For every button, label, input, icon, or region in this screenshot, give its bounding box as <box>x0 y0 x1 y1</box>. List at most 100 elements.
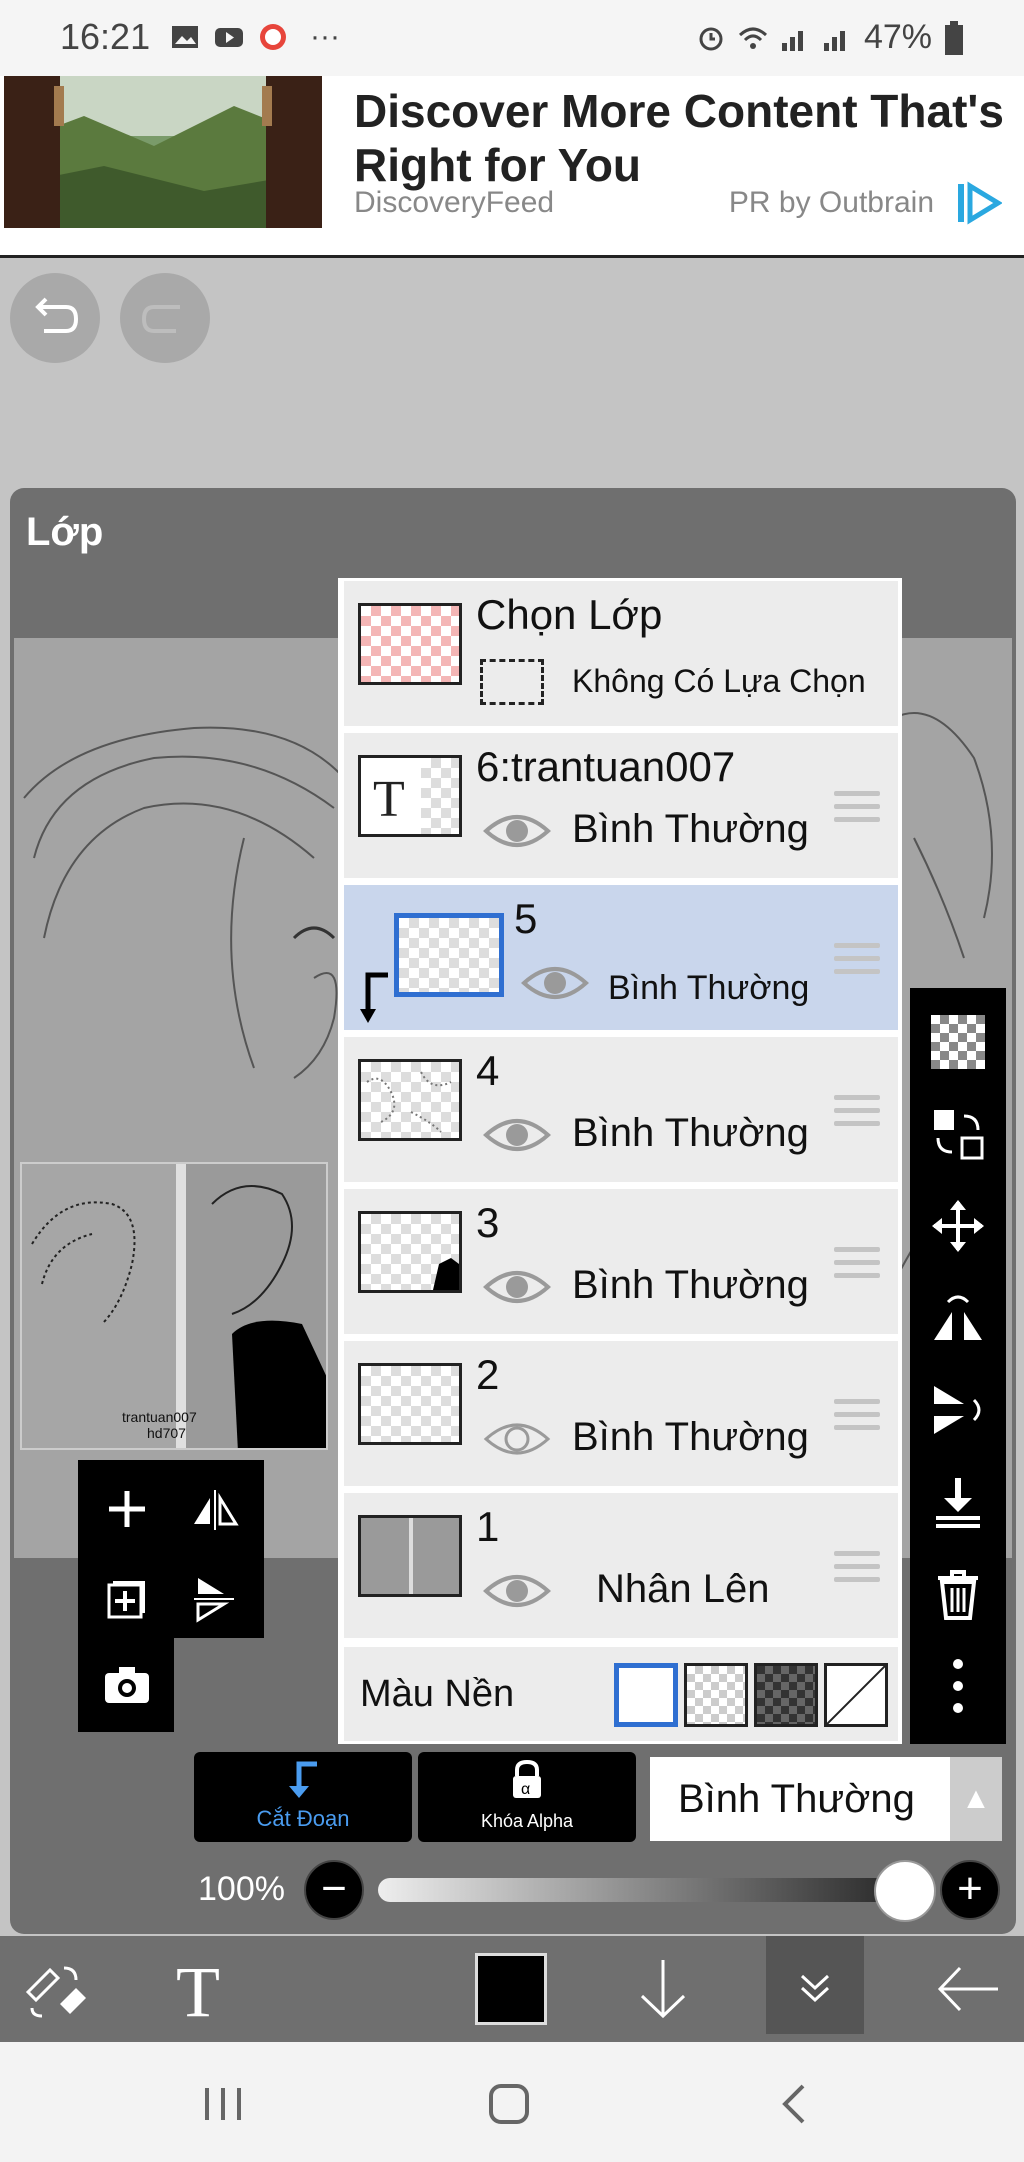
drag-handle-icon[interactable] <box>834 1095 880 1129</box>
layer-row[interactable]: 4 Bình Thường <box>344 1037 898 1185</box>
alpha-lock-button[interactable]: α Khóa Alpha <box>418 1752 636 1842</box>
ad-source: DiscoveryFeed <box>354 186 555 219</box>
add-copy-layer-button[interactable] <box>82 1554 172 1644</box>
layer-row-selected[interactable]: 5 Bình Thường <box>344 885 898 1033</box>
outbrain-logo-icon[interactable] <box>956 180 1002 226</box>
layer-row[interactable]: 3 Bình Thường <box>344 1189 898 1337</box>
more-vertical-icon <box>953 1659 963 1713</box>
flip-vertical-icon <box>194 1578 234 1623</box>
blend-mode-dropdown-icon[interactable]: ▲ <box>950 1757 1002 1841</box>
opacity-slider[interactable] <box>378 1878 916 1902</box>
flip-vertical-layer-button[interactable] <box>926 1378 990 1442</box>
flip-vertical-icon <box>934 1386 981 1434</box>
svg-text:T: T <box>176 1954 220 2024</box>
bg-none-swatch[interactable] <box>824 1663 888 1727</box>
hidden-eye-icon[interactable] <box>482 1417 552 1461</box>
more-notifications-icon: ··· <box>310 20 340 53</box>
layer-name: 2 <box>476 1351 500 1398</box>
visibility-eye-icon[interactable] <box>520 961 590 1005</box>
app-toolbar: T <box>0 1936 1024 2042</box>
redo-button[interactable] <box>120 273 210 363</box>
ad-image[interactable] <box>4 76 322 228</box>
opacity-slider-handle[interactable] <box>874 1860 936 1922</box>
drag-handle-icon[interactable] <box>834 791 880 825</box>
eraser-tool-button[interactable] <box>0 1936 110 2042</box>
flip-horizontal-button[interactable] <box>170 1464 260 1554</box>
clipping-button[interactable]: Cắt Đoạn <box>194 1752 412 1842</box>
canvas-thumbnail[interactable]: trantuan007 hd707 <box>20 1162 328 1450</box>
scroll-down-button[interactable] <box>608 1936 718 2042</box>
thumbnail-image: trantuan007 hd707 <box>22 1164 326 1448</box>
redo-icon <box>141 305 180 333</box>
bg-white-swatch[interactable] <box>614 1663 678 1727</box>
plus-icon <box>109 1491 145 1527</box>
recent-apps-button[interactable] <box>188 2076 258 2132</box>
move-button[interactable] <box>926 1194 990 1258</box>
layer-thumbnail <box>358 1515 462 1597</box>
layer-name: 4 <box>476 1047 500 1094</box>
bg-dark-checker-swatch[interactable] <box>754 1663 818 1727</box>
visibility-eye-icon[interactable] <box>482 809 552 853</box>
collapse-panel-button[interactable] <box>766 1936 864 2034</box>
opacity-value: 100% <box>198 1870 285 1908</box>
text-tool-button[interactable]: T <box>150 1936 260 2042</box>
ad-provider[interactable]: PR by Outbrain <box>729 186 934 220</box>
system-back-button[interactable] <box>760 2076 830 2132</box>
battery-icon <box>945 20 963 55</box>
flip-horizontal-layer-button[interactable] <box>926 1286 990 1350</box>
camera-button[interactable] <box>82 1640 172 1730</box>
brush-eraser-swap-icon <box>25 1966 86 2018</box>
ad-title[interactable]: Discover More Content That's Right for Y… <box>354 84 1014 192</box>
layer-row[interactable]: 2 Bình Thường <box>344 1341 898 1489</box>
merge-down-icon <box>936 1478 980 1528</box>
selection-layer-row[interactable]: Chọn Lớp Không Có Lựa Chọn <box>344 581 898 729</box>
alpha-lock-label: Khóa Alpha <box>480 1811 574 1831</box>
color-picker-button[interactable] <box>456 1936 566 2042</box>
home-button[interactable] <box>474 2076 544 2132</box>
opacity-decrease-button[interactable]: − <box>304 1860 364 1920</box>
add-layer-button[interactable] <box>82 1464 172 1554</box>
layer-blend-mode: Nhân Lên <box>596 1567 770 1611</box>
panel-title: Lớp <box>26 510 104 554</box>
visibility-eye-icon[interactable] <box>482 1569 552 1613</box>
back-arrow-button[interactable] <box>914 1936 1024 2042</box>
layer-blend-mode: Bình Thường <box>572 1111 809 1155</box>
delete-layer-button[interactable] <box>926 1562 990 1626</box>
undo-button[interactable] <box>10 273 100 363</box>
gallery-icon <box>172 26 198 48</box>
signal-icon <box>781 30 803 51</box>
layer-name: 3 <box>476 1199 500 1246</box>
blend-mode-value: Bình Thường <box>678 1777 915 1821</box>
layers-list: Chọn Lớp Không Có Lựa Chọn T 6:trantuan0… <box>338 578 902 1744</box>
app-notification-icon <box>260 24 286 50</box>
blend-mode-select[interactable]: Bình Thường <box>650 1757 950 1841</box>
layer-thumbnail <box>358 1363 462 1445</box>
ad-banner[interactable]: Discover More Content That's Right for Y… <box>0 76 1024 258</box>
double-chevron-down-icon <box>800 1974 830 2003</box>
bg-transparent-swatch[interactable] <box>684 1663 748 1727</box>
drag-handle-icon[interactable] <box>834 943 880 977</box>
layer-blend-mode: Bình Thường <box>572 1263 809 1307</box>
layer-bottom-controls: Cắt Đoạn α Khóa Alpha Bình Thường ▲ <box>0 1752 1024 1852</box>
flip-vertical-button[interactable] <box>170 1554 260 1644</box>
clipping-icon <box>289 1761 317 1798</box>
youtube-icon <box>215 28 243 47</box>
merge-down-button[interactable] <box>926 1470 990 1534</box>
drag-handle-icon[interactable] <box>834 1247 880 1281</box>
drag-handle-icon[interactable] <box>834 1551 880 1585</box>
layer-thumbnail <box>358 1211 462 1293</box>
layer-row[interactable]: 1 Nhân Lên <box>344 1493 898 1641</box>
layer-row[interactable]: T 6:trantuan007 Bình Thường <box>344 733 898 881</box>
home-icon <box>489 2084 529 2124</box>
swap-icon <box>934 1110 984 1160</box>
more-options-button[interactable] <box>926 1654 990 1718</box>
visibility-eye-icon[interactable] <box>482 1265 552 1309</box>
drag-handle-icon[interactable] <box>834 1399 880 1433</box>
layer-thumbnail: T <box>358 755 462 837</box>
transparency-checker-button[interactable] <box>926 1010 990 1074</box>
swap-layer-button[interactable] <box>926 1102 990 1166</box>
selection-thumbnail <box>358 603 462 685</box>
checker-icon <box>931 1015 985 1069</box>
visibility-eye-icon[interactable] <box>482 1113 552 1157</box>
opacity-increase-button[interactable]: + <box>940 1860 1000 1920</box>
